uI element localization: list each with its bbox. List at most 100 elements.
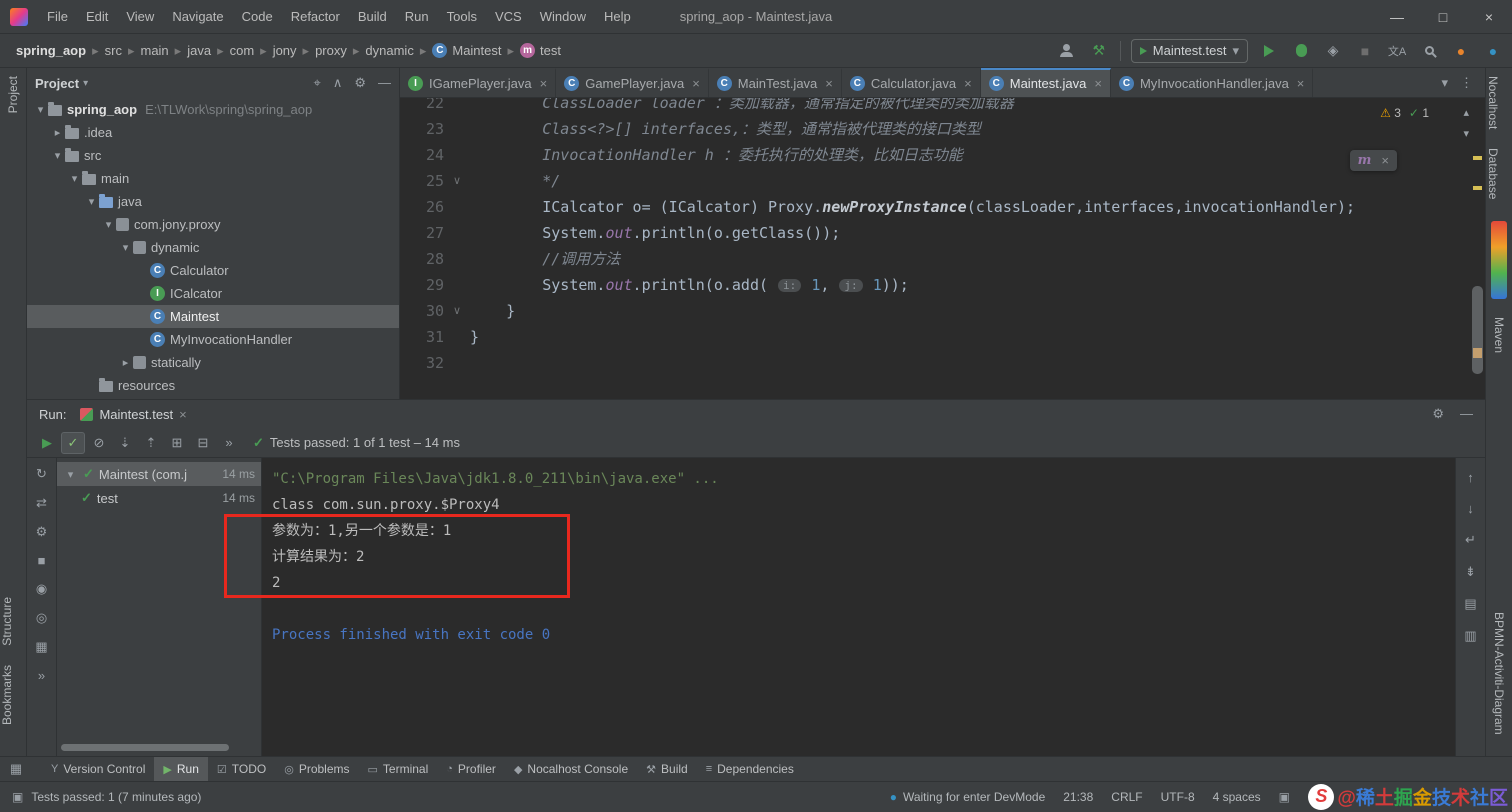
menu-navigate[interactable]: Navigate — [163, 9, 232, 24]
hide-icon[interactable]: — — [1460, 406, 1473, 422]
prev-problem-icon[interactable]: ▴ — [1463, 106, 1469, 119]
tool-button-build[interactable]: ⚒ Build — [637, 757, 697, 782]
chevron-icon[interactable]: ▸ — [118, 356, 133, 369]
indent-indicator[interactable]: 4 spaces — [1213, 790, 1261, 804]
tab-maintest.java[interactable]: C MainTest.java × — [709, 68, 842, 97]
close-icon[interactable]: × — [1381, 153, 1389, 168]
scroll-down-icon[interactable]: ↓ — [1467, 501, 1474, 516]
devmode-status[interactable]: Waiting for enter DevMode — [903, 790, 1045, 804]
close-icon[interactable]: × — [964, 76, 972, 91]
close-icon[interactable]: × — [1466, 0, 1512, 33]
tree-item-spring_aop[interactable]: ▾ spring_aop E:\TLWork\spring\spring_aop — [27, 98, 399, 121]
more-options-icon[interactable]: » — [217, 432, 241, 454]
chevron-icon[interactable]: ▾ — [101, 218, 116, 231]
tab-myinvocationhandler.java[interactable]: C MyInvocationHandler.java × — [1111, 68, 1314, 97]
sort-alphabetically-icon[interactable]: ⇣ — [113, 432, 137, 454]
jrebel-icon[interactable] — [1491, 220, 1507, 299]
encoding-indicator[interactable]: UTF-8 — [1161, 790, 1195, 804]
menu-code[interactable]: Code — [233, 9, 282, 24]
inspection-widget[interactable]: ⚠ 3 ✓ 1 — [1380, 106, 1429, 120]
close-icon[interactable]: × — [825, 76, 833, 91]
close-icon[interactable]: × — [692, 76, 700, 91]
tree-item-dynamic[interactable]: ▾ dynamic — [27, 236, 399, 259]
collapse-all-icon[interactable]: ⊟ — [191, 432, 215, 454]
menu-edit[interactable]: Edit — [77, 9, 117, 24]
chevron-icon[interactable]: ▾ — [63, 468, 78, 481]
tab-calculator.java[interactable]: C Calculator.java × — [842, 68, 981, 97]
chevron-icon[interactable]: ▾ — [50, 149, 65, 162]
search-icon[interactable] — [1418, 40, 1440, 62]
hide-icon[interactable]: — — [378, 75, 391, 91]
floating-widget[interactable]: m × — [1349, 150, 1397, 171]
user-icon[interactable] — [1056, 40, 1078, 62]
stripe-item-nocalhost[interactable]: Nocalhost — [1486, 68, 1500, 137]
editor-scrollbar[interactable] — [1471, 98, 1485, 399]
run-button[interactable] — [1258, 40, 1280, 62]
more-icon[interactable]: » — [38, 668, 45, 683]
tree-item-java[interactable]: ▾ java — [27, 190, 399, 213]
rerun-icon[interactable]: ↻ — [36, 466, 47, 482]
gear-icon[interactable]: ⚙ — [354, 75, 366, 91]
stripe-item-database[interactable]: Database — [1486, 140, 1500, 207]
breadcrumb-item-java[interactable]: java — [185, 41, 213, 60]
clear-all-icon[interactable]: ▥ — [1464, 628, 1476, 644]
menu-window[interactable]: Window — [531, 9, 595, 24]
editor-body[interactable]: 22 ClassLoader loader ：类加载器，通常指定的被代理类的类加载… — [400, 98, 1485, 399]
menu-help[interactable]: Help — [595, 9, 640, 24]
run-tab[interactable]: Maintest.test × — [80, 407, 187, 422]
profiler-icon[interactable]: ◎ — [36, 610, 47, 626]
project-panel-title[interactable]: Project — [35, 76, 79, 91]
stop-icon[interactable]: ■ — [38, 553, 46, 568]
menu-run[interactable]: Run — [396, 9, 438, 24]
tree-item-src[interactable]: ▾ src — [27, 144, 399, 167]
tool-button-profiler[interactable]: ◔ Profiler — [437, 757, 505, 782]
tool-button-problems[interactable]: ◎ Problems — [275, 757, 358, 782]
stop-icon[interactable]: ■ — [1354, 40, 1376, 62]
breadcrumb-item-test[interactable]: m test — [518, 41, 563, 60]
breadcrumb-item-dynamic[interactable]: dynamic — [363, 41, 415, 60]
locate-icon[interactable]: ⌖ — [314, 75, 321, 91]
console-output[interactable]: "C:\Program Files\Java\jdk1.8.0_211\bin\… — [262, 458, 1455, 756]
chevron-icon[interactable]: ▾ — [84, 195, 99, 208]
tree-item-statically[interactable]: ▸ statically — [27, 351, 399, 374]
menu-vcs[interactable]: VCS — [486, 9, 531, 24]
menu-view[interactable]: View — [117, 9, 163, 24]
fold-icon[interactable]: ∨ — [444, 168, 470, 194]
breadcrumb-item-spring_aop[interactable]: spring_aop — [14, 41, 88, 60]
show-passed-icon[interactable]: ✓ — [61, 431, 85, 454]
scroll-up-icon[interactable]: ↑ — [1467, 470, 1474, 485]
wrench-icon[interactable]: ⚙ — [36, 524, 48, 540]
stripe-item-bookmarks[interactable]: Bookmarks — [0, 657, 14, 733]
tool-button-run[interactable]: ▶ Run — [154, 756, 208, 782]
tool-button-nocalhost-console[interactable]: ◆ Nocalhost Console — [505, 757, 637, 782]
tab-maintest.java[interactable]: C Maintest.java × — [980, 68, 1111, 97]
breadcrumb-item-src[interactable]: src — [103, 41, 124, 60]
rerun-failed-icon[interactable]: ⇄ — [36, 495, 47, 511]
close-icon[interactable]: × — [540, 76, 548, 91]
next-problem-icon[interactable]: ▾ — [1463, 127, 1469, 140]
chevron-icon[interactable]: ▾ — [67, 172, 82, 185]
menu-build[interactable]: Build — [349, 9, 396, 24]
tool-button-version-control[interactable]: Y Version Control — [42, 757, 154, 782]
coverage-icon[interactable]: ◈ — [1322, 40, 1344, 62]
stripe-item-maven[interactable]: Maven — [1492, 309, 1506, 361]
chevron-down-icon[interactable]: ▾ — [83, 78, 88, 89]
scroll-to-end-icon[interactable]: ⇟ — [1465, 564, 1476, 580]
tool-button-todo[interactable]: ☑ TODO — [208, 757, 275, 782]
plugin-orange-icon[interactable]: ● — [1450, 40, 1472, 62]
close-icon[interactable]: × — [1094, 76, 1102, 91]
tree-item-myinvocationhandler[interactable]: C MyInvocationHandler — [27, 328, 399, 351]
menu-file[interactable]: File — [38, 9, 77, 24]
plugin-blue-icon[interactable]: ● — [1482, 40, 1504, 62]
scrollbar-thumb[interactable] — [1472, 286, 1483, 374]
tab-igameplayer.java[interactable]: I IGamePlayer.java × — [400, 68, 557, 97]
fold-icon[interactable]: ∨ — [444, 298, 470, 324]
expand-all-icon[interactable]: ⊞ — [165, 432, 189, 454]
breadcrumb-item-proxy[interactable]: proxy — [313, 41, 349, 60]
tool-window-switcher-icon[interactable]: ▦ — [6, 761, 26, 777]
maximize-icon[interactable]: □ — [1420, 0, 1466, 33]
breadcrumb-item-jony[interactable]: jony — [271, 41, 299, 60]
close-icon[interactable]: × — [1297, 76, 1305, 91]
chevron-icon[interactable]: ▾ — [33, 103, 48, 116]
chevron-icon[interactable]: ▾ — [118, 241, 133, 254]
